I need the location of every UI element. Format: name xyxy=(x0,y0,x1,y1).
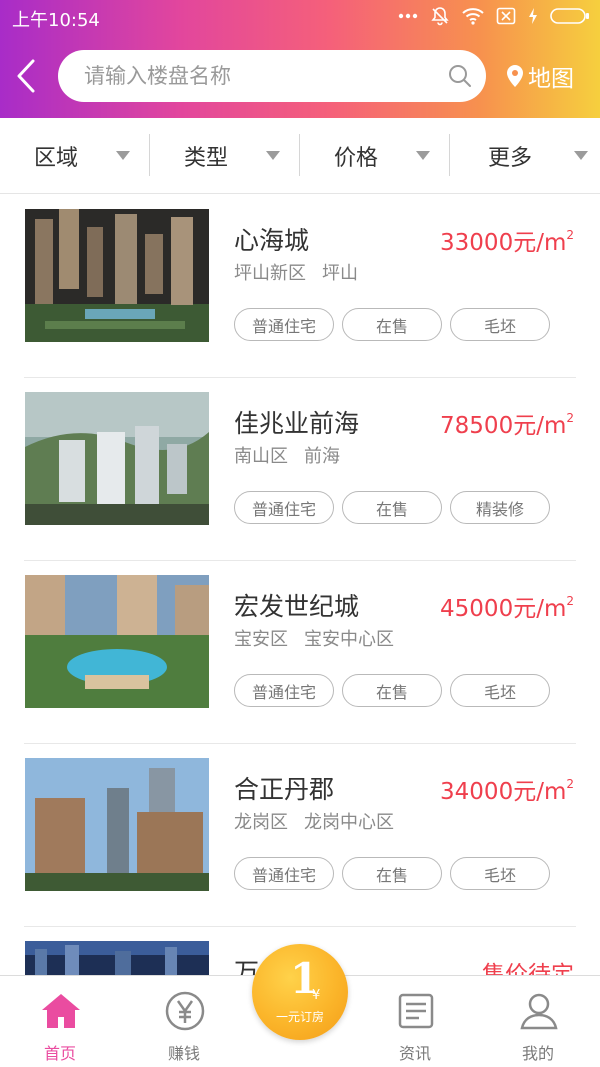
user-icon xyxy=(520,993,558,1030)
listing-tags: 普通住宅 在售 毛坯 xyxy=(234,308,550,341)
caret-down-icon xyxy=(116,151,130,160)
news-icon xyxy=(398,993,434,1029)
tag-status: 在售 xyxy=(342,857,442,890)
nav-home[interactable]: 首页 xyxy=(0,976,120,1067)
nav-news-label: 资讯 xyxy=(398,1044,431,1063)
map-button[interactable]: 地图 xyxy=(506,58,574,94)
listing-price: 售价待定 xyxy=(482,962,574,975)
filter-type-label: 类型 xyxy=(184,146,229,171)
listing-card[interactable]: 佳兆业前海 78500元/m2 南山区 前海 普通住宅 在售 精装修 xyxy=(0,378,600,561)
back-button[interactable] xyxy=(14,58,40,94)
listing-photo[interactable] xyxy=(25,209,209,342)
nav-mine-label: 我的 xyxy=(521,1044,554,1063)
caret-down-icon xyxy=(416,151,430,160)
listing-area: 坪山 xyxy=(322,263,358,284)
wifi-icon xyxy=(462,7,484,25)
listing-tags: 普通住宅 在售 毛坯 xyxy=(234,857,550,890)
caret-down-icon xyxy=(574,151,588,160)
listing-name[interactable]: 心海城 xyxy=(234,221,309,257)
listing-area: 龙岗中心区 xyxy=(304,812,394,833)
tag-type: 普通住宅 xyxy=(234,308,334,341)
nav-news[interactable]: 资讯 xyxy=(355,976,475,1067)
map-label: 地图 xyxy=(528,66,574,92)
listing-price: 33000元/m2 xyxy=(440,228,574,256)
filter-type[interactable]: 类型 xyxy=(150,118,300,194)
filter-district-label: 区域 xyxy=(34,146,79,171)
status-time: 上午10:54 xyxy=(12,10,100,31)
listing-district: 南山区 xyxy=(234,446,288,467)
filter-price[interactable]: 价格 xyxy=(300,118,450,194)
listing-district: 坪山新区 xyxy=(234,263,306,284)
listing-name[interactable]: 合正丹郡 xyxy=(234,770,334,806)
listing-district: 龙岗区 xyxy=(234,812,288,833)
nav-home-label: 首页 xyxy=(43,1044,76,1063)
tag-status: 在售 xyxy=(342,491,442,524)
listing-card[interactable]: 合正丹郡 34000元/m2 龙岗区 龙岗中心区 普通住宅 在售 毛坯 xyxy=(0,744,600,927)
listing-price: 34000元/m2 xyxy=(440,777,574,805)
filter-bar: 区域 类型 价格 更多 xyxy=(0,118,600,194)
listing-tags: 普通住宅 在售 精装修 xyxy=(234,491,550,524)
listing-location: 坪山新区 坪山 xyxy=(234,259,358,285)
search-box[interactable] xyxy=(58,50,486,102)
status-bar: 上午10:54 xyxy=(0,0,600,34)
listing-district: 宝安区 xyxy=(234,629,288,650)
tag-decoration: 精装修 xyxy=(450,491,550,524)
yen-coin-icon xyxy=(165,991,205,1031)
order-label: 一元订房 xyxy=(275,1010,324,1024)
listing-location: 宝安区 宝安中心区 xyxy=(234,625,394,651)
mute-bell-icon xyxy=(430,6,450,26)
tag-decoration: 毛坯 xyxy=(450,674,550,707)
listing-name[interactable]: 佳兆业前海 xyxy=(234,404,359,440)
search-icon[interactable] xyxy=(448,64,472,92)
listing-location: 龙岗区 龙岗中心区 xyxy=(234,808,394,834)
more-dots-icon xyxy=(398,13,418,19)
yen-icon: ¥ xyxy=(312,988,321,1003)
listing-photo[interactable] xyxy=(25,575,209,708)
tag-type: 普通住宅 xyxy=(234,857,334,890)
listing-name[interactable]: 宏发世纪城 xyxy=(234,587,359,623)
tag-type: 普通住宅 xyxy=(234,491,334,524)
nav-mine[interactable]: 我的 xyxy=(478,976,598,1067)
chevron-left-icon xyxy=(17,59,35,93)
listing-photo[interactable] xyxy=(25,941,209,975)
tag-type: 普通住宅 xyxy=(234,674,334,707)
status-icons xyxy=(398,6,590,26)
battery-icon xyxy=(550,7,590,25)
listing-price: 78500元/m2 xyxy=(440,411,574,439)
caret-down-icon xyxy=(266,151,280,160)
charging-icon xyxy=(528,7,538,25)
location-pin-icon xyxy=(507,65,523,87)
tag-decoration: 毛坯 xyxy=(450,857,550,890)
nav-earn[interactable]: 赚钱 xyxy=(124,976,244,1067)
listing-tags: 普通住宅 在售 毛坯 xyxy=(234,674,550,707)
one-yuan-order-button[interactable]: 1 ¥ 一元订房 xyxy=(252,944,348,1040)
listing-card[interactable]: 心海城 33000元/m2 坪山新区 坪山 普通住宅 在售 毛坯 xyxy=(0,195,600,378)
home-icon xyxy=(42,994,80,1028)
filter-more[interactable]: 更多 xyxy=(450,118,600,194)
app-header: 上午10:54 请输入楼盘名称 地图 xyxy=(0,0,600,118)
listing-photo[interactable] xyxy=(25,392,209,525)
listing-photo[interactable] xyxy=(25,758,209,891)
sim-icon xyxy=(496,7,516,25)
filter-district[interactable]: 区域 xyxy=(0,118,150,194)
filter-more-label: 更多 xyxy=(488,146,533,171)
nav-earn-label: 赚钱 xyxy=(167,1044,200,1063)
search-input[interactable] xyxy=(84,60,424,92)
listing-card[interactable]: 宏发世纪城 45000元/m2 宝安区 宝安中心区 普通住宅 在售 毛坯 xyxy=(0,561,600,744)
listing-area: 前海 xyxy=(304,446,340,467)
filter-price-label: 价格 xyxy=(334,146,379,171)
tag-status: 在售 xyxy=(342,674,442,707)
tag-decoration: 毛坯 xyxy=(450,308,550,341)
tag-status: 在售 xyxy=(342,308,442,341)
listing-location: 南山区 前海 xyxy=(234,442,340,468)
listing-list[interactable]: 心海城 33000元/m2 坪山新区 坪山 普通住宅 在售 毛坯 佳兆业前海 7… xyxy=(0,195,600,975)
listing-price: 45000元/m2 xyxy=(440,594,574,622)
listing-area: 宝安中心区 xyxy=(304,629,394,650)
